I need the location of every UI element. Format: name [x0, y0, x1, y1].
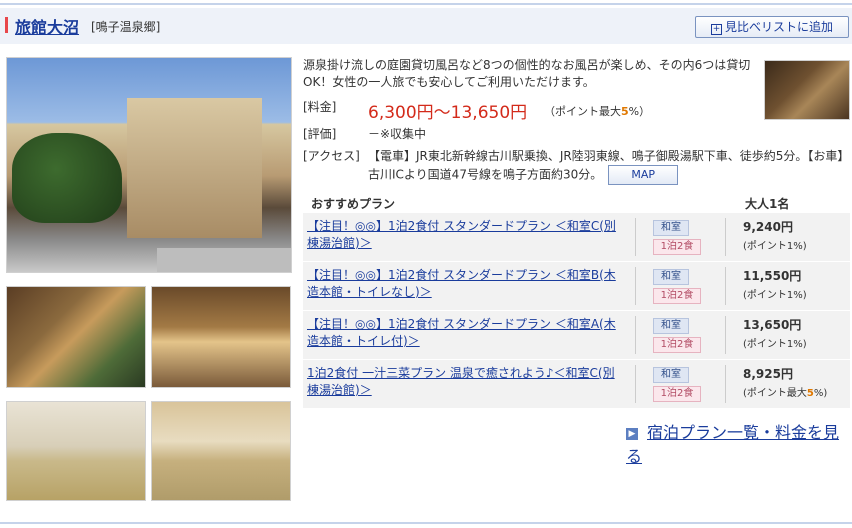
add-to-compare-button[interactable]: + 見比べリストに追加: [695, 16, 849, 38]
photo-outdoor-bath-1[interactable]: [6, 286, 146, 388]
column-divider: [635, 267, 636, 305]
room-type-badge: 和室: [653, 367, 689, 383]
column-divider: [635, 316, 636, 354]
rating-label: [評価]: [303, 127, 337, 141]
plan-price: 11,550円: [743, 269, 802, 283]
column-divider: [635, 218, 636, 256]
meal-badge: 1泊2食: [653, 239, 701, 255]
plans-col-plan: おすすめプラン: [311, 197, 396, 211]
plan-price: 13,650円: [743, 318, 802, 332]
plan-point-suffix: %): [793, 290, 807, 301]
plan-link[interactable]: 1泊2食付 一汁三菜プラン 温泉で癒されよう♪＜和室C(別棟湯治館)＞: [307, 365, 625, 399]
bottom-divider: [0, 522, 852, 524]
top-divider: [0, 3, 852, 5]
header-accent-bar: [5, 17, 8, 33]
meal-badge: 1泊2食: [653, 337, 701, 353]
meal-badge: 1泊2食: [653, 386, 701, 402]
access-info: 【電車】JR東北新幹線古川駅乗換、JR陸羽東線、鳴子御殿湯駅下車、徒歩約5分。【…: [368, 147, 850, 185]
column-divider: [725, 218, 726, 256]
room-type-badge: 和室: [653, 220, 689, 236]
plan-point-label: (ポイント: [743, 241, 787, 252]
point-text: （ポイント最大: [544, 105, 621, 118]
photo-tree-shape: [12, 133, 122, 223]
room-type-badge: 和室: [653, 318, 689, 334]
compare-button-label: 見比べリストに追加: [724, 20, 833, 34]
plan-point-suffix: %): [793, 241, 807, 252]
column-divider: [725, 316, 726, 354]
plan-point: (ポイント1%): [743, 286, 807, 301]
hotel-area: [鳴子温泉郷]: [91, 20, 161, 34]
photo-lobby-thumbnail[interactable]: [764, 60, 850, 120]
plus-icon: +: [710, 24, 722, 35]
plan-point-suffix: %): [813, 388, 828, 399]
plan-point-value: 5: [806, 388, 814, 399]
arrow-right-icon: ▶: [626, 428, 638, 440]
plan-point: (ポイント1%): [743, 335, 807, 350]
map-button[interactable]: MAP: [608, 165, 679, 185]
plan-price: 8,925円: [743, 367, 793, 381]
photo-building-shape: [127, 98, 262, 238]
plan-point: (ポイント最大5%): [743, 384, 827, 399]
rating-value: －※収集中: [368, 127, 427, 141]
photo-room-2[interactable]: [151, 401, 291, 501]
column-divider: [725, 267, 726, 305]
plan-row: 【注目！◎◎】1泊2食付 スタンダードプラン ＜和室A(木造本館・トイレ付)＞ …: [303, 311, 850, 360]
plan-point-label: (ポイント: [743, 290, 787, 301]
point-suffix: %）: [628, 105, 651, 118]
hotel-description: 源泉掛け流しの庭園貸切風呂など8つの個性的なお風呂が楽しめ、その内6つは貸切OK…: [303, 58, 751, 89]
all-plans-link[interactable]: ▶ 宿泊プラン一覧・料金を見る: [626, 419, 852, 467]
price-range: 6,300円〜13,650円: [368, 103, 528, 123]
room-type-badge: 和室: [653, 269, 689, 285]
plan-row: 1泊2食付 一汁三菜プラン 温泉で癒されよう♪＜和室C(別棟湯治館)＞ 和室 1…: [303, 360, 850, 409]
plan-row: 【注目！◎◎】1泊2食付 スタンダードプラン ＜和室B(木造本館・トイレなし)＞…: [303, 262, 850, 311]
point-value: 5: [621, 105, 629, 118]
plan-price: 9,240円: [743, 220, 793, 234]
all-plans-link-label: 宿泊プラン一覧・料金を見る: [626, 423, 840, 466]
hotel-name-link[interactable]: 旅館大沼: [15, 14, 79, 38]
hotel-main-photo[interactable]: [6, 57, 292, 273]
plan-point-suffix: %): [793, 339, 807, 350]
plan-row: 【注目！◎◎】1泊2食付 スタンダードプラン ＜和室C(別棟湯治館)＞ 和室 1…: [303, 213, 850, 262]
plan-point: (ポイント1%): [743, 237, 807, 252]
column-divider: [635, 365, 636, 403]
photo-road-shape: [157, 248, 291, 272]
price-label: [料金]: [303, 100, 337, 114]
photo-outdoor-bath-2[interactable]: [151, 286, 291, 388]
photo-room-1[interactable]: [6, 401, 146, 501]
plan-link[interactable]: 【注目！◎◎】1泊2食付 スタンダードプラン ＜和室B(木造本館・トイレなし)＞: [307, 267, 625, 301]
meal-badge: 1泊2食: [653, 288, 701, 304]
plans-col-price: 大人1名: [745, 197, 790, 211]
access-label: [アクセス]: [303, 149, 360, 163]
plan-link[interactable]: 【注目！◎◎】1泊2食付 スタンダードプラン ＜和室A(木造本館・トイレ付)＞: [307, 316, 625, 350]
column-divider: [725, 365, 726, 403]
plan-point-label: (ポイント: [743, 339, 787, 350]
plans-table-header: おすすめプラン 大人1名: [303, 193, 850, 214]
point-info: （ポイント最大5%）: [544, 103, 650, 119]
hotel-header: 旅館大沼 [鳴子温泉郷] + 見比べリストに追加: [0, 8, 852, 44]
plan-link[interactable]: 【注目！◎◎】1泊2食付 スタンダードプラン ＜和室C(別棟湯治館)＞: [307, 218, 625, 252]
plan-point-label: (ポイント最大: [743, 388, 807, 399]
